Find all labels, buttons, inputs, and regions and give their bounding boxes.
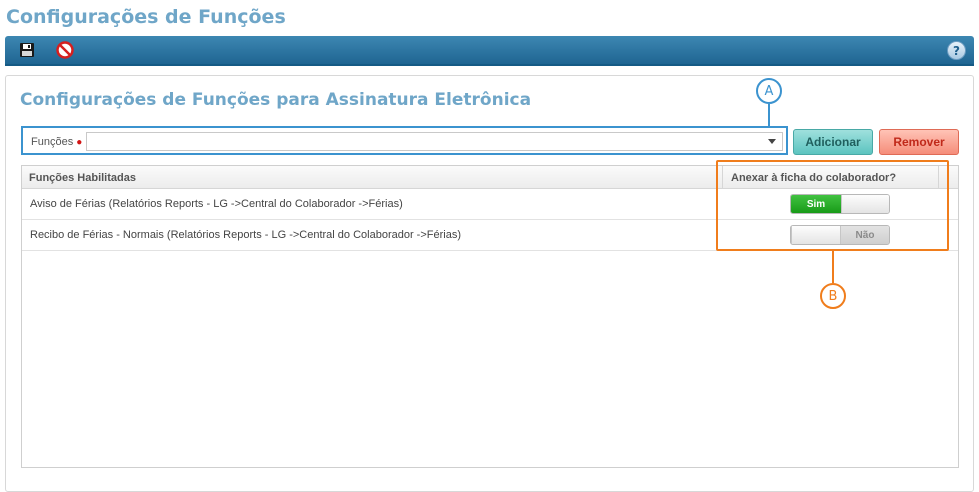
column-header-functions[interactable]: Funções Habilitadas: [29, 172, 136, 184]
annotation-marker-b: B: [820, 283, 846, 309]
functions-select[interactable]: [86, 132, 783, 151]
page-title: Configurações de Funções: [6, 6, 286, 28]
row-function-name: Recibo de Férias - Normais (Relatórios R…: [30, 229, 461, 241]
required-indicator-icon: ●: [76, 137, 83, 148]
add-button[interactable]: Adicionar: [793, 129, 873, 155]
annotation-line-b: [832, 251, 834, 283]
section-title: Configurações de Funções para Assinatura…: [20, 90, 532, 110]
functions-label: Funções ●: [31, 136, 82, 148]
remove-button[interactable]: Remover: [879, 129, 959, 155]
help-icon: ?: [953, 43, 960, 58]
row-function-name: Aviso de Férias (Relatórios Reports - LG…: [30, 198, 403, 210]
annotation-box-b: [716, 160, 949, 251]
save-floppy-icon: [20, 43, 34, 57]
functions-field: Funções ●: [21, 126, 788, 155]
save-button[interactable]: [17, 40, 37, 60]
annotation-line-a: [768, 104, 770, 127]
cancel-button[interactable]: [55, 40, 75, 60]
annotation-marker-a: A: [756, 78, 782, 104]
cancel-no-entry-icon: [56, 41, 74, 59]
toolbar: ?: [5, 36, 974, 66]
chevron-down-icon[interactable]: [768, 139, 776, 144]
functions-label-text: Funções: [31, 136, 74, 148]
help-button[interactable]: ?: [947, 41, 966, 60]
